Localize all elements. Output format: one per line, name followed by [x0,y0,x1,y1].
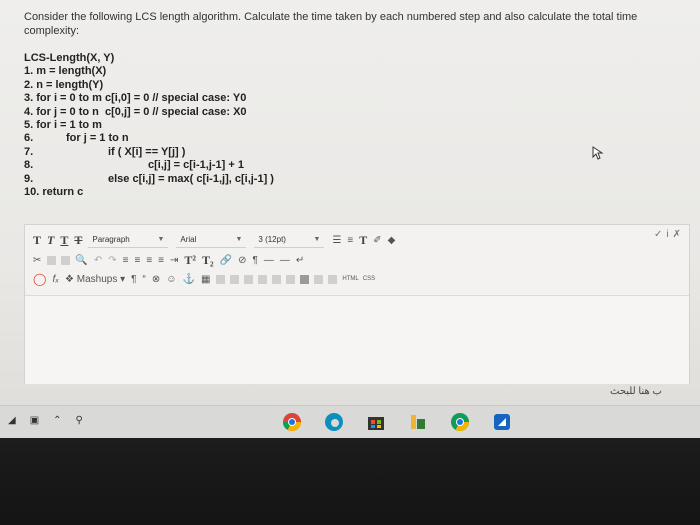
font-select-value: Arial [180,235,197,244]
paste-icon[interactable] [61,255,71,265]
formula-icon[interactable]: fₓ [52,274,59,285]
edge-icon[interactable] [324,412,344,432]
table-delete-icon[interactable] [272,274,282,284]
quote-icon[interactable]: “ [143,274,146,285]
align-right-icon[interactable]: ≡ [146,255,152,266]
align-left-icon[interactable]: ≡ [123,255,129,266]
chevron-up-icon[interactable]: ⌃ [53,415,61,426]
mashups-button[interactable]: ❖ Mashups ▾ [65,274,125,285]
cut-icon[interactable]: ✂ [33,255,41,266]
table-merge-icon[interactable] [244,274,254,284]
editor-text-area[interactable] [25,295,689,384]
toolbar-corner-icons: ✓ i ✗ [654,229,681,240]
dash-icon[interactable]: — [280,255,290,266]
outlook-icon[interactable] [492,412,512,432]
rich-text-editor: T T T T Paragraph ▼ Arial ▼ 3 (12pt) ▼ ☰… [24,224,690,384]
table-col-icon[interactable] [230,274,240,284]
taskbar-search-label[interactable]: ب هنا للبحث [610,386,662,397]
table-row-icon[interactable] [216,274,226,284]
mashups-label: Mashups [76,273,118,285]
fullscreen-icon[interactable] [314,274,324,284]
emoji-icon[interactable]: ☺ [166,274,176,285]
font-select[interactable]: Arial ▼ [176,233,247,248]
chevron-down-icon: ▼ [235,236,243,243]
expand-icon[interactable]: ✗ [673,229,681,240]
taskbar-apps [282,412,512,432]
preview-icon[interactable] [328,274,338,284]
toolbar-row-2: ✂ 🔍 ↶ ↷ ≡ ≡ ≡ ≡ ⇥ T² T₂ 🔗 ⊘ ¶ — — ↵ [33,251,310,269]
subscript-button[interactable]: T₂ [202,253,214,268]
editor-toolbar: T T T T Paragraph ▼ Arial ▼ 3 (12pt) ▼ ☰… [25,225,689,295]
special-char-icon[interactable]: ⊗ [152,274,160,285]
anchor-icon[interactable]: ⚓ [183,274,195,285]
indent-icon[interactable]: ⇥ [170,255,178,266]
question-text: Consider the following LCS length algori… [24,11,638,37]
highlight-icon[interactable]: ✐ [373,235,381,246]
copy-icon[interactable] [47,255,57,265]
superscript-button[interactable]: T² [184,253,196,268]
record-icon[interactable]: ◯ [33,272,46,286]
font-size-select-value: 3 (12pt) [258,235,286,244]
system-tray: ◢ ▣ ⌃ ⚲ [8,415,83,426]
chevron-down-icon: ▼ [157,236,165,243]
files-icon[interactable] [408,412,428,432]
spellcheck-icon[interactable]: ✓ [654,229,662,240]
chrome-icon[interactable] [450,412,470,432]
strikethrough-button[interactable]: T [74,233,82,248]
css-button[interactable]: CSS [363,276,375,282]
screen: Consider the following LCS length algori… [0,0,700,439]
align-center-icon[interactable]: ≡ [134,255,140,266]
table-split-icon[interactable] [258,274,268,284]
people-icon[interactable]: ⚲ [76,415,83,426]
unlink-icon[interactable]: ⊘ [238,255,246,266]
paragraph-icon[interactable]: ¶ [131,274,136,285]
puzzle-icon: ❖ [65,273,74,285]
horizontal-rule-icon[interactable]: — [264,255,274,266]
bullet-list-icon[interactable]: ☰ [332,235,341,246]
table-icon[interactable]: ▦ [201,274,210,285]
paragraph-select-value: Paragraph [92,235,130,244]
taskbar: ◢ ▣ ⌃ ⚲ [0,405,700,439]
chrome-icon[interactable] [282,412,302,432]
underline-button[interactable]: T [60,233,68,248]
italic-button[interactable]: T [47,233,54,248]
font-size-select[interactable]: 3 (12pt) ▼ [254,233,325,248]
toolbar-row-1: T T T T Paragraph ▼ Arial ▼ 3 (12pt) ▼ ☰… [33,231,401,249]
bold-button[interactable]: T [33,233,41,248]
search-icon[interactable]: 🔍 [75,255,87,266]
undo-icon[interactable]: ↶ [94,255,102,266]
redo-icon[interactable]: ↷ [108,255,116,266]
cursor-icon [592,146,604,160]
text-color-button[interactable]: T [359,233,367,248]
chevron-down-icon: ▼ [313,236,321,243]
link-icon[interactable]: 🔗 [220,255,232,266]
paragraph-mark-icon[interactable]: ¶ [252,255,257,266]
html-button[interactable]: HTML [342,276,358,282]
numbered-list-icon[interactable]: ≡ [347,235,353,246]
cell-props-icon[interactable] [300,274,310,284]
toolbar-row-3: ◯ fₓ ❖ Mashups ▾ ¶ “ ⊗ ☺ ⚓ ▦ HTML CSS [33,270,379,288]
info-icon[interactable]: i [666,229,668,240]
laptop-bezel [0,438,700,525]
speaker-icon[interactable]: ▣ [30,415,39,426]
return-icon[interactable]: ↵ [296,255,304,266]
store-icon[interactable] [366,412,386,432]
align-justify-icon[interactable]: ≡ [158,255,164,266]
table-props-icon[interactable] [286,274,296,284]
paragraph-select[interactable]: Paragraph ▼ [88,233,169,248]
eraser-icon[interactable]: ◆ [388,235,396,246]
network-icon[interactable]: ◢ [8,415,16,426]
